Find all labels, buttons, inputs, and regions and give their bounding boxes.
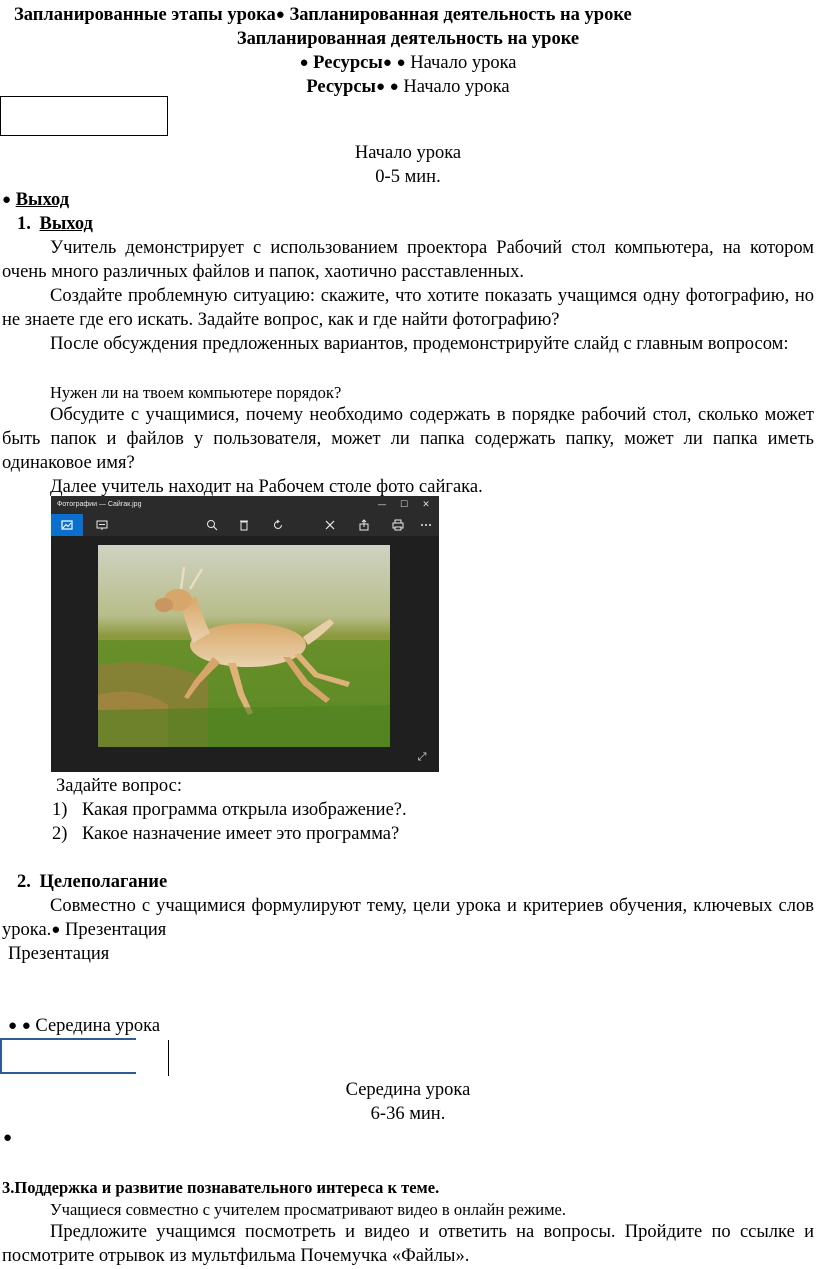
middle-bullet-line: ● ● Середина урока (8, 1014, 160, 1039)
minimize-icon[interactable]: — (371, 496, 393, 514)
bullet-icon: ● (389, 79, 399, 95)
bullet-icon: ● (375, 79, 386, 95)
bullet-icon: ● (3, 1130, 13, 1146)
bullet-icon: ● (275, 7, 285, 23)
frame-edge (0, 1038, 2, 1072)
more-icon[interactable] (419, 518, 433, 532)
frame-edge (0, 1038, 136, 1040)
exit-numbered-heading: 1. Выход (17, 212, 93, 236)
main-question: Нужен ли на твоем компьютере порядок? (50, 383, 342, 402)
list-text: Какая программа открыла изображение?. (82, 800, 407, 820)
edit-icon[interactable] (323, 518, 337, 532)
exit-bullet-heading: ● Выход (2, 188, 69, 213)
stage-title: Середина урока (345, 1080, 471, 1100)
header-line-2: Запланированная деятельность на уроке (236, 29, 580, 49)
delete-icon[interactable] (237, 518, 251, 532)
photos-app-window: Фотографии — Сайгак.jpg — ☐ ✕ ⤢ (51, 496, 439, 772)
exit-heading-text: Выход (39, 214, 93, 234)
paragraph: Обсудите с учащимися, почему необходимо … (2, 405, 814, 473)
questions-intro: Задайте вопрос: (56, 776, 182, 796)
window-title: Фотографии — Сайгак.jpg (57, 501, 142, 508)
resources-label: Ресурсы (306, 77, 376, 97)
bullet-icon: ● (8, 1018, 18, 1034)
lesson-start-label: Начало урока (403, 77, 510, 97)
rotate-icon[interactable] (271, 518, 285, 532)
paragraph: После обсуждения предложенных вариантов,… (50, 334, 789, 354)
lesson-start-label: Начало урока (410, 53, 517, 73)
empty-cell-frame (0, 96, 168, 136)
list-number: 1. (17, 214, 31, 234)
image-icon (61, 520, 73, 530)
bullet-icon: ● (299, 55, 309, 71)
goal-heading: 2. Целеполагание (17, 870, 167, 894)
stage-time: 6-36 мин. (370, 1104, 446, 1124)
paragraph: Предложите учащимся посмотреть и видео и… (2, 1222, 814, 1266)
header-line-3: ● Ресурсы● ● Начало урока (0, 51, 816, 76)
bullet-icon: ● (2, 192, 12, 208)
paragraph: Совместно с учащимися формулируют тему, … (2, 896, 814, 940)
print-icon[interactable] (391, 518, 405, 532)
paragraph: Создайте проблемную ситуацию: скажите, ч… (2, 286, 814, 330)
frame-edge (0, 1072, 136, 1074)
share-icon[interactable] (357, 518, 371, 532)
frame-divider (168, 1040, 169, 1076)
photos-toolbar (51, 514, 439, 536)
header-activity-label: Запланированная деятельность на уроке (289, 5, 632, 25)
maximize-icon[interactable]: ☐ (393, 496, 415, 514)
close-icon[interactable]: ✕ (415, 496, 437, 514)
goal-heading-text: Целеполагание (39, 872, 168, 892)
zoom-icon[interactable] (205, 518, 219, 532)
stage-time: 0-5 мин. (375, 167, 441, 187)
bullet-icon: ● (51, 922, 61, 938)
list-item: 1) Какая программа открыла изображение?. (52, 798, 407, 822)
bullet-icon: ● (396, 55, 406, 71)
expand-icon[interactable]: ⤢ (415, 750, 429, 764)
list-text: Какое назначение имеет это программа? (82, 824, 400, 844)
bullet-icon: ● (21, 1018, 31, 1034)
support-heading: 3.Поддержка и развитие познавательного и… (2, 1178, 440, 1197)
list-number: 2. (17, 872, 31, 892)
slideshow-icon[interactable] (95, 518, 109, 532)
exit-heading-text: Выход (15, 190, 70, 210)
list-number: 2) (52, 824, 68, 844)
list-item: 2) Какое назначение имеет это программа? (52, 822, 399, 846)
paragraph: Учащиеся совместно с учителем просматрив… (50, 1200, 566, 1219)
header-line-1: Запланированные этапы урока● Запланирова… (14, 3, 632, 28)
image-tab[interactable] (51, 514, 83, 536)
list-number: 1) (52, 800, 68, 820)
window-titlebar: Фотографии — Сайгак.jpg — ☐ ✕ (51, 496, 439, 514)
bullet-icon: ● (382, 55, 392, 71)
middle-label: Середина урока (35, 1016, 161, 1036)
resource-label: Презентация (8, 944, 110, 964)
paragraph: Учитель демонстрирует с использованием п… (2, 238, 814, 282)
resource-label: Презентация (64, 920, 167, 940)
resources-label: Ресурсы (313, 53, 383, 73)
saiga-photo (98, 545, 390, 747)
header-stages-label: Запланированные этапы урока (14, 5, 276, 25)
stage-title: Начало урока (354, 143, 462, 163)
